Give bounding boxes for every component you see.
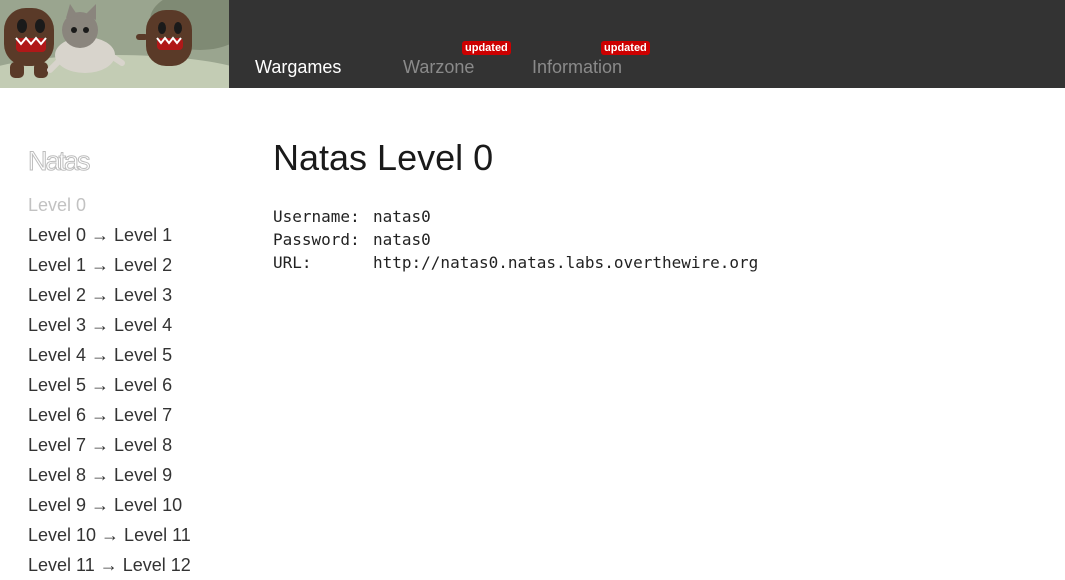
level-link[interactable]: Level 8 → Level 9 (28, 460, 228, 490)
username-value: natas0 (373, 207, 431, 226)
nav-information[interactable]: Information updated (532, 41, 650, 78)
nav-warzone[interactable]: Warzone updated (403, 41, 511, 78)
level-sidebar: Natas Level 0 Level 0 → Level 1 Level 1 … (28, 145, 228, 580)
level-list: Level 0 Level 0 → Level 1 Level 1 → Leve… (28, 190, 228, 580)
level-link[interactable]: Level 4 → Level 5 (28, 340, 228, 370)
password-value: natas0 (373, 230, 431, 249)
level-item-current: Level 0 (28, 195, 87, 215)
site-logo-image[interactable] (0, 0, 229, 88)
nav-warzone-label: Warzone (403, 57, 475, 77)
level-link[interactable]: Level 11 → Level 12 (28, 550, 228, 580)
level-link[interactable]: Level 6 → Level 7 (28, 400, 228, 430)
level-link[interactable]: Level 5 → Level 6 (28, 370, 228, 400)
main-nav: Wargames Warzone updated Information upd… (229, 0, 1065, 88)
level-link[interactable]: Level 9 → Level 10 (28, 490, 228, 520)
level-link[interactable]: Level 7 → Level 8 (28, 430, 228, 460)
level-link[interactable]: Level 3 → Level 4 (28, 310, 228, 340)
level-link[interactable]: Level 2 → Level 3 (28, 280, 228, 310)
nav-information-label: Information (532, 57, 623, 77)
nav-wargames[interactable]: Wargames (255, 56, 341, 78)
password-row: Password: natas0 (273, 228, 1033, 251)
username-label: Username: (273, 207, 360, 226)
updated-badge: updated (462, 41, 511, 55)
main-content: Natas Level 0 Username: natas0 Password:… (273, 136, 1033, 274)
credentials-block: Username: natas0 Password: natas0 URL: h… (273, 205, 1033, 274)
nav-wargames-label: Wargames (255, 57, 342, 77)
level-link[interactable]: Level 1 → Level 2 (28, 250, 228, 280)
level-link[interactable]: Level 10 → Level 11 (28, 520, 228, 550)
level-link[interactable]: Level 0 → Level 1 (28, 220, 228, 250)
page-title: Natas Level 0 (273, 137, 494, 178)
url-row: URL: http://natas0.natas.labs.overthewir… (273, 251, 1033, 274)
sidebar-title: Natas (28, 146, 92, 177)
top-bar: Wargames Warzone updated Information upd… (0, 0, 1065, 88)
url-value: http://natas0.natas.labs.overthewire.org (373, 253, 759, 272)
logo-illustration (0, 0, 229, 88)
url-label: URL: (273, 253, 312, 272)
password-label: Password: (273, 230, 360, 249)
updated-badge: updated (601, 41, 650, 55)
username-row: Username: natas0 (273, 205, 1033, 228)
